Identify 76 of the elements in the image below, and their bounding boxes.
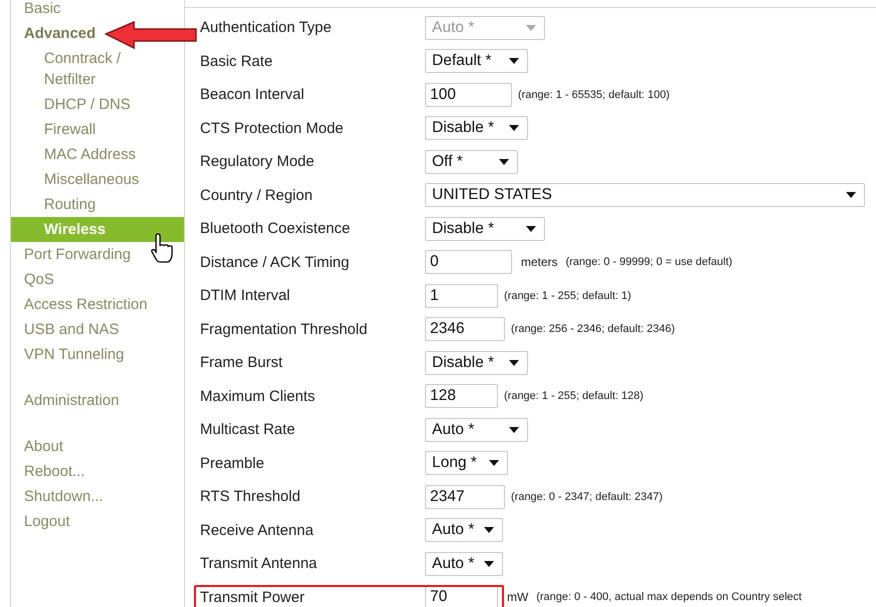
hint-text: (range: 1 - 255; default: 128)	[504, 390, 644, 402]
dropdown[interactable]: Disable *	[425, 350, 528, 375]
hint-text: (range: 1 - 255; default: 1)	[504, 290, 632, 302]
caret-icon	[484, 527, 494, 534]
caret-icon	[846, 192, 856, 198]
setting-label: Basic Rate	[200, 52, 274, 70]
caret-icon	[489, 460, 499, 466]
input-field[interactable]: 100	[425, 82, 512, 107]
caret-icon	[509, 426, 519, 433]
caret-icon	[526, 226, 536, 232]
setting-label: Preamble	[200, 454, 266, 472]
dropdown[interactable]: Disable *	[425, 116, 528, 140]
nav-item[interactable]: Port Forwarding	[24, 242, 131, 267]
unit-label: mW	[507, 590, 528, 604]
nav-item[interactable]: Shutdown...	[24, 484, 104, 509]
setting-label: Country / Region	[200, 186, 314, 204]
setting-label: Regulatory Mode	[200, 153, 316, 170]
dropdown[interactable]: Off *	[425, 150, 518, 174]
nav-item[interactable]: DHCP / DNS	[44, 92, 130, 117]
unit-label: meters	[521, 255, 558, 270]
hint-text: (range: 256 - 2346; default: 2346)	[511, 323, 675, 336]
nav-item[interactable]: Access Restriction	[24, 292, 148, 317]
hint-text: (range: 1 - 65535; default: 100)	[518, 88, 670, 101]
nav-item[interactable]: MAC Address	[44, 142, 136, 167]
hint-text: (range: 0 - 400, actual max depends on Country select	[536, 591, 802, 604]
dropdown[interactable]: UNITED STATES	[425, 183, 865, 208]
setting-label: Authentication Type	[200, 19, 332, 36]
nav-item[interactable]: Wireless	[11, 217, 184, 242]
caret-icon	[499, 158, 509, 165]
caret-icon	[509, 360, 519, 366]
setting-label: Multicast Rate	[200, 421, 296, 438]
nav-item[interactable]: About	[24, 434, 64, 459]
nav-item[interactable]: Administration	[24, 388, 120, 413]
setting-label: Receive Antenna	[200, 522, 314, 539]
setting-label: DTIM Interval	[200, 287, 292, 304]
setting-label: Transmit Antenna	[200, 555, 318, 572]
caret-icon	[509, 125, 519, 132]
setting-label: Bluetooth Coexistence	[200, 220, 352, 238]
hint-text: (range: 0 - 2347; default: 2347)	[511, 490, 663, 503]
setting-label: Transmit Power	[200, 588, 306, 606]
caret-icon	[526, 24, 536, 31]
input-field[interactable]: 1	[425, 284, 498, 308]
input-field[interactable]: 0	[425, 250, 512, 274]
nav-item[interactable]: Reboot...	[24, 459, 85, 484]
input-field[interactable]: 70	[425, 585, 498, 607]
setting-label: CTS Protection Mode	[200, 120, 344, 137]
input-field[interactable]: 2347	[425, 484, 505, 509]
caret-icon	[509, 58, 519, 64]
setting-label: RTS Threshold	[200, 488, 302, 506]
nav-item[interactable]: VPN Tunneling	[24, 342, 124, 367]
arrow-icon	[104, 20, 200, 52]
setting-label: Beacon Interval	[200, 86, 306, 104]
input-field[interactable]: 128	[425, 384, 498, 408]
dropdown[interactable]: Auto *	[425, 518, 503, 542]
nav-item[interactable]: QoS	[24, 267, 54, 292]
nav-item[interactable]: Basic	[24, 0, 61, 21]
nav-item[interactable]: USB and NAS	[24, 317, 120, 342]
caret-icon	[484, 560, 494, 567]
hint-text: (range: 0 - 99999; 0 = use default)	[566, 256, 732, 268]
nav-item[interactable]: Firewall	[44, 117, 96, 142]
nav-item[interactable]: Logout	[24, 509, 70, 534]
setting-label: Frame Burst	[200, 354, 284, 372]
dropdown: Auto *	[425, 16, 545, 40]
input-field[interactable]: 2346	[425, 317, 505, 342]
nav-item[interactable]: Advanced	[24, 21, 96, 46]
dropdown[interactable]: Disable *	[425, 216, 545, 241]
nav-item[interactable]: Routing	[44, 192, 96, 217]
dropdown[interactable]: Long *	[425, 451, 508, 476]
setting-label: Distance / ACK Timing	[200, 254, 350, 271]
setting-label: Maximum Clients	[200, 388, 316, 405]
dropdown[interactable]: Auto *	[425, 418, 528, 442]
dropdown[interactable]: Auto *	[425, 552, 503, 576]
nav-item[interactable]: Miscellaneous	[44, 167, 140, 192]
setting-label: Fragmentation Threshold	[200, 320, 368, 338]
nav-item[interactable]: Conntrack / Netfilter	[44, 46, 144, 92]
dropdown[interactable]: Default *	[425, 49, 528, 74]
